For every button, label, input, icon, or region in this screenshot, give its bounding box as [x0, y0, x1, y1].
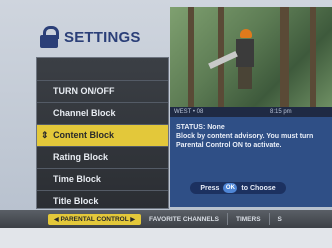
menu-item-channel-block[interactable]: Channel Block — [37, 103, 168, 125]
page-title: SETTINGS — [64, 28, 141, 46]
menu-item-time-block[interactable]: Time Block — [37, 169, 168, 191]
tab-parental-control[interactable]: ◀ PARENTAL CONTROL ▶ — [48, 213, 142, 225]
tab-timers[interactable]: TIMERS — [228, 216, 269, 223]
ok-button-icon: OK — [223, 183, 238, 193]
info-panel: STATUS: None Block by content advisory. … — [170, 117, 332, 207]
lock-icon — [40, 26, 59, 48]
bottom-strip — [0, 228, 332, 248]
menu-item-label: Content Block — [53, 130, 115, 140]
video-preview — [170, 7, 332, 107]
tab-favorite-channels[interactable]: FAVORITE CHANNELS — [141, 216, 227, 223]
tab-label: PARENTAL CONTROL — [60, 215, 129, 223]
status-description: Block by content advisory. You must turn… — [176, 133, 314, 149]
menu-item-rating-block[interactable]: Rating Block — [37, 147, 168, 169]
chevron-right-icon: ▶ — [130, 216, 136, 223]
status-line: STATUS: None — [176, 124, 225, 131]
press-label: Press — [200, 184, 220, 192]
tab-s[interactable]: S — [270, 216, 290, 223]
preview-time: 8:15 pm — [270, 109, 292, 115]
settings-screen: SETTINGS TURN ON/OFF Channel Block ⇕ Con… — [0, 0, 332, 213]
preview-channel: WEST • 08 — [174, 109, 204, 115]
menu-item-content-block[interactable]: ⇕ Content Block — [37, 125, 168, 147]
tab-bar: ◀ PARENTAL CONTROL ▶ FAVORITE CHANNELS T… — [0, 210, 332, 228]
chevron-left-icon: ◀ — [54, 216, 59, 223]
status-text: STATUS: None Block by content advisory. … — [176, 123, 326, 150]
choose-label: to Choose — [241, 184, 276, 192]
settings-menu: TURN ON/OFF Channel Block ⇕ Content Bloc… — [36, 57, 169, 213]
press-to-choose-hint: Press OK to Choose — [190, 182, 286, 194]
menu-item-turn-on-off[interactable]: TURN ON/OFF — [37, 80, 168, 103]
up-down-arrow-icon: ⇕ — [41, 130, 49, 140]
lumberjack-figure — [208, 29, 258, 89]
settings-header: SETTINGS — [40, 26, 141, 48]
preview-channel-bar: WEST • 08 8:15 pm — [170, 107, 332, 117]
